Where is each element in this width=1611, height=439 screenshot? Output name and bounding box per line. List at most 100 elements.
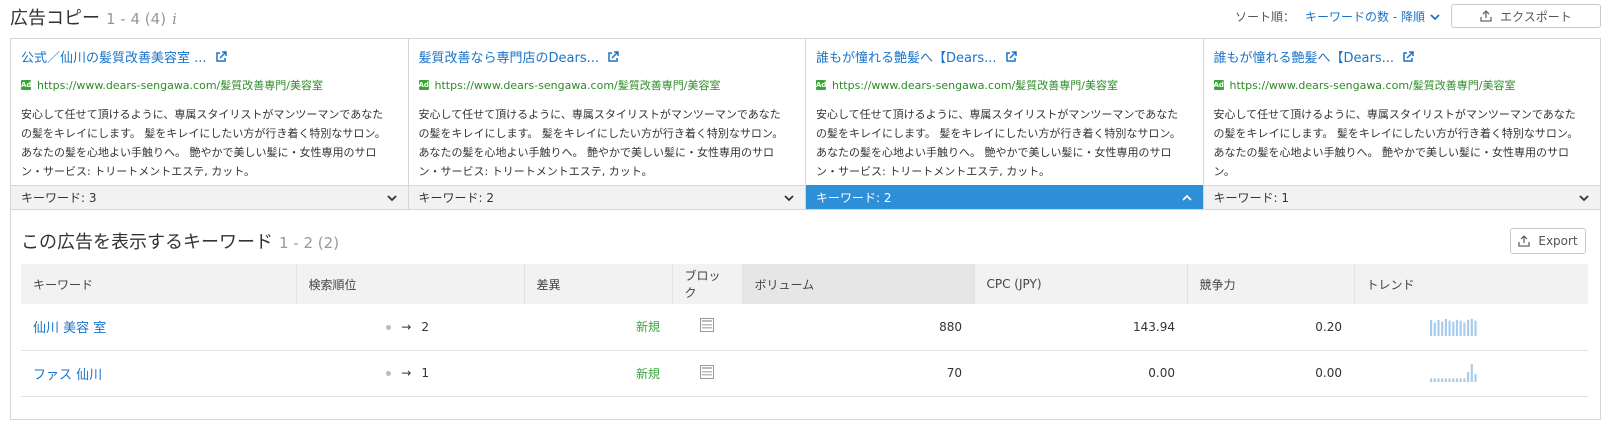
ad-url-text: https://www.dears-sengawa.com/髪質改善専門/美容室 — [434, 79, 721, 92]
chevron-down-icon[interactable] — [1429, 11, 1441, 23]
ad-keywords-count: キーワード: 2 — [816, 191, 892, 205]
col-position[interactable]: 検索順位 — [296, 264, 525, 304]
ad-url-text: https://www.dears-sengawa.com/髪質改善専門/美容室 — [832, 79, 1118, 92]
chevron-down-icon — [386, 194, 397, 201]
volume-value: 70 — [946, 366, 962, 380]
block-cell — [672, 304, 742, 350]
trend-sparkline — [1430, 318, 1477, 336]
cpc-value: 0.00 — [1148, 366, 1175, 380]
keyword-link[interactable]: 仙川 美容 室 — [21, 304, 296, 350]
trend-bar — [1441, 321, 1444, 336]
keywords-header: この広告を表示するキーワード 1 - 2 (2) — [21, 228, 339, 254]
arrow-right-icon: → — [401, 319, 412, 334]
ad-keywords-toggle[interactable]: キーワード: 3 — [11, 185, 408, 209]
ad-copies-header: 広告コピー 1 - 4 (4) i — [10, 4, 177, 29]
export-label: Export — [1538, 234, 1578, 248]
competition-value: 0.20 — [1315, 319, 1342, 334]
trend-bar — [1452, 378, 1455, 382]
serp-block-icon[interactable] — [700, 318, 714, 333]
trend-bar — [1437, 319, 1440, 336]
col-diff[interactable]: 差異 — [524, 264, 673, 304]
ad-description: 安心して任せて頂けるように、専属スタイリストがマンツーマンであなたの髪をキレイに… — [418, 108, 784, 178]
previous-position-dot-icon — [386, 371, 392, 376]
ad-url: Ad https://www.dears-sengawa.com/髪質改善専門/… — [1213, 77, 1515, 93]
table-header-row: キーワード 検索順位 差異 ブロック ボリューム CPC (JPY) 競争力 ト… — [21, 264, 1588, 304]
external-link-icon[interactable] — [607, 50, 619, 63]
trend-bar — [1452, 321, 1455, 336]
ad-url-text: https://www.dears-sengawa.com/髪質改善専門/美容室 — [37, 79, 323, 92]
col-cpc[interactable]: CPC (JPY) — [974, 264, 1188, 304]
ad-count: 1 - 4 (4) — [106, 10, 167, 28]
competition-value: 0.00 — [1315, 366, 1342, 380]
ad-keywords-toggle[interactable]: キーワード: 1 — [1203, 185, 1600, 209]
trend-cell — [1354, 304, 1588, 350]
col-competition[interactable]: 競争力 — [1187, 264, 1355, 304]
external-link-icon[interactable] — [1005, 50, 1017, 63]
trend-bar — [1470, 318, 1473, 336]
chevron-down-icon — [784, 194, 794, 201]
trend-bar — [1433, 378, 1436, 382]
ad-url: Ad https://www.dears-sengawa.com/髪質改善専門/… — [418, 77, 721, 93]
trend-bar — [1448, 378, 1451, 382]
trend-bar — [1441, 378, 1444, 382]
block-cell — [672, 350, 742, 396]
trend-bar — [1444, 378, 1447, 382]
ad-copies-grid: 公式／仙川の髪質改善美容室 ... Ad https://www.dears-s… — [10, 38, 1601, 210]
ad-title[interactable]: 公式／仙川の髪質改善美容室 ... — [21, 47, 207, 66]
position-value: 1 — [421, 366, 429, 380]
keyword-link[interactable]: ファス 仙川 — [21, 350, 296, 396]
keywords-export-button[interactable]: Export — [1510, 228, 1586, 254]
previous-position-dot-icon — [386, 324, 392, 330]
trend-bar — [1455, 378, 1459, 382]
chevron-up-icon — [1181, 194, 1192, 201]
ad-title[interactable]: 髪質改善なら専門店のDears... — [419, 47, 600, 66]
volume-value: 880 — [939, 319, 962, 334]
ad-title-link[interactable]: 公式／仙川の髪質改善美容室 ... — [21, 47, 227, 66]
ad-title[interactable]: 誰もが憧れる艶髪へ【Dears... — [1214, 47, 1395, 66]
trend-bar — [1455, 319, 1459, 336]
position-cell: → 1 — [296, 350, 524, 396]
ad-title[interactable]: 誰もが憧れる艶髪へ【Dears... — [816, 47, 997, 66]
ad-title-link[interactable]: 誰もが憧れる艶髪へ【Dears... — [816, 47, 1017, 66]
col-trend[interactable]: トレンド — [1354, 264, 1588, 304]
keywords-title: この広告を表示するキーワード — [21, 232, 273, 253]
col-block[interactable]: ブロック — [672, 264, 743, 304]
trend-bar — [1467, 319, 1470, 336]
external-link-icon[interactable] — [215, 50, 227, 63]
cpc-value: 143.94 — [1133, 319, 1175, 334]
serp-block-icon[interactable] — [700, 364, 714, 379]
trend-bar — [1470, 364, 1473, 382]
page-title: 広告コピー — [10, 8, 100, 29]
trend-bar — [1459, 378, 1462, 382]
position-value: 2 — [421, 319, 429, 334]
trend-bar — [1430, 319, 1433, 336]
ad-url: Ad https://www.dears-sengawa.com/髪質改善専門/… — [816, 77, 1118, 93]
ad-title-link[interactable]: 誰もが憧れる艶髪へ【Dears... — [1214, 47, 1415, 66]
ad-card: 髪質改善なら専門店のDears... Ad https://www.dears-… — [408, 39, 806, 209]
diff-value: 新規 — [635, 320, 660, 335]
ad-badge-icon: Ad — [1213, 80, 1224, 90]
ad-card: 公式／仙川の髪質改善美容室 ... Ad https://www.dears-s… — [11, 39, 409, 209]
export-button[interactable]: エクスポート — [1451, 4, 1601, 28]
ad-keywords-toggle[interactable]: キーワード: 2 — [408, 185, 805, 209]
position-cell: → 2 — [296, 304, 524, 350]
sort-label: ソート順： — [1235, 10, 1296, 24]
ad-card: 誰もが憧れる艶髪へ【Dears... Ad https://www.dears-… — [1203, 39, 1600, 209]
sort-control: ソート順： キーワードの数 - 降順 — [1235, 8, 1441, 25]
external-link-icon[interactable] — [1402, 50, 1414, 63]
trend-bar — [1463, 322, 1466, 336]
ad-keywords-toggle-active[interactable]: キーワード: 2 — [806, 185, 1203, 209]
export-icon — [1518, 235, 1531, 247]
ad-title-link[interactable]: 髪質改善なら専門店のDears... — [419, 47, 620, 66]
info-icon[interactable]: i — [172, 10, 177, 28]
keywords-table: キーワード 検索順位 差異 ブロック ボリューム CPC (JPY) 競争力 ト… — [21, 264, 1588, 397]
trend-bar — [1433, 322, 1436, 336]
sort-dropdown[interactable]: キーワードの数 - 降順 — [1305, 8, 1425, 25]
col-keyword[interactable]: キーワード — [21, 264, 297, 304]
col-volume[interactable]: ボリューム — [742, 264, 975, 304]
export-icon — [1480, 10, 1492, 22]
trend-bar — [1474, 320, 1477, 336]
ad-keywords-count: キーワード: 1 — [1213, 191, 1290, 205]
ad-badge-icon: Ad — [816, 80, 827, 90]
trend-bar — [1459, 320, 1462, 336]
